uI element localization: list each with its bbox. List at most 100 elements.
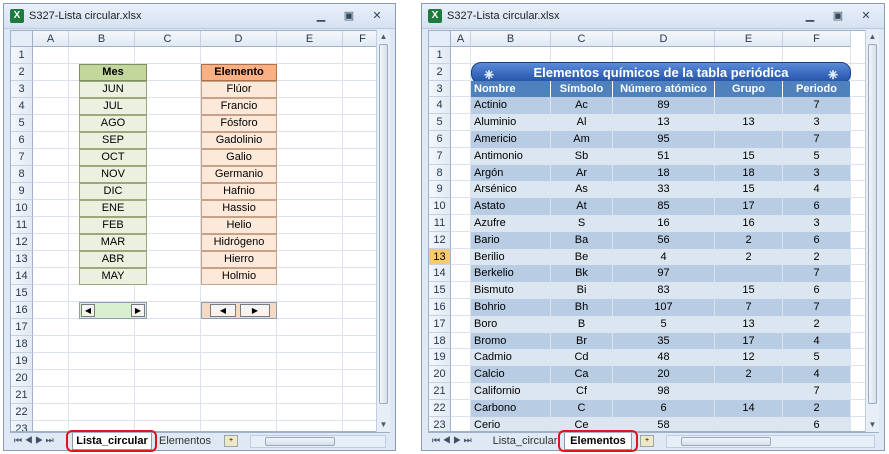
- minimize-icon[interactable]: ▁: [800, 8, 820, 24]
- table-cell[interactable]: Bi: [551, 282, 612, 299]
- table-cell[interactable]: 20: [613, 366, 714, 383]
- row-header[interactable]: 23: [11, 421, 33, 431]
- scroll-down-icon[interactable]: ▼: [377, 418, 390, 432]
- mes-cell[interactable]: JUL: [79, 98, 147, 115]
- row-header[interactable]: 2: [429, 63, 451, 81]
- select-all-corner[interactable]: [429, 31, 451, 47]
- row-header[interactable]: 7: [11, 149, 33, 166]
- elemento-cell[interactable]: Germanio: [201, 166, 277, 183]
- row-header[interactable]: 2: [11, 64, 33, 81]
- table-cell[interactable]: Aluminio: [471, 114, 550, 131]
- table-cell[interactable]: Am: [551, 131, 612, 148]
- table-cell[interactable]: 5: [783, 147, 850, 165]
- row-header[interactable]: 22: [11, 404, 33, 421]
- table-cell[interactable]: B: [551, 315, 612, 333]
- table-cell[interactable]: At: [551, 198, 612, 215]
- mes-cell[interactable]: ABR: [79, 251, 147, 268]
- table-cell[interactable]: 83: [613, 282, 714, 299]
- table-cell[interactable]: 7: [783, 265, 850, 283]
- table-cell[interactable]: Ar: [551, 164, 612, 182]
- table-cell[interactable]: 13: [613, 114, 714, 131]
- elemento-cell[interactable]: Flúor: [201, 81, 277, 98]
- table-cell[interactable]: Argón: [471, 164, 550, 182]
- table-cell[interactable]: [715, 265, 782, 283]
- table-cell[interactable]: Berkelio: [471, 265, 550, 283]
- row-header[interactable]: 5: [429, 114, 451, 131]
- row-header[interactable]: 14: [11, 268, 33, 285]
- elemento-cell[interactable]: Francio: [201, 98, 277, 115]
- row-header[interactable]: 14: [429, 265, 451, 283]
- table-cell[interactable]: Cd: [551, 349, 612, 367]
- elemento-cell[interactable]: Hassio: [201, 200, 277, 217]
- table-cell[interactable]: Bario: [471, 231, 550, 249]
- tab-elementos[interactable]: Elementos: [156, 433, 214, 450]
- row-header[interactable]: 10: [429, 198, 451, 215]
- table-cell[interactable]: Bromo: [471, 332, 550, 350]
- column-header[interactable]: A: [33, 31, 69, 47]
- row-header[interactable]: 1: [11, 47, 33, 64]
- row-header[interactable]: 21: [429, 383, 451, 400]
- mes-cell[interactable]: MAY: [79, 268, 147, 285]
- table-cell[interactable]: 17: [715, 332, 782, 350]
- table-cell[interactable]: Bohrio: [471, 299, 550, 316]
- hscroll-thumb[interactable]: [681, 437, 771, 446]
- row-header[interactable]: 5: [11, 115, 33, 132]
- row-header[interactable]: 11: [11, 217, 33, 234]
- table-cell[interactable]: 48: [613, 349, 714, 367]
- table-cell[interactable]: Arsénico: [471, 181, 550, 199]
- table-cell[interactable]: 17: [715, 198, 782, 215]
- row-header[interactable]: 3: [11, 81, 33, 98]
- row-header[interactable]: 19: [429, 349, 451, 367]
- maximize-icon[interactable]: ▣: [339, 8, 359, 24]
- row-header[interactable]: 19: [11, 353, 33, 370]
- table-cell[interactable]: 15: [715, 147, 782, 165]
- mes-cell[interactable]: AGO: [79, 115, 147, 132]
- elemento-cell[interactable]: Fósforo: [201, 115, 277, 132]
- table-cell[interactable]: 6: [783, 416, 850, 431]
- table-cell[interactable]: Calcio: [471, 366, 550, 383]
- table-cell[interactable]: 3: [783, 215, 850, 232]
- mes-cell[interactable]: SEP: [79, 132, 147, 149]
- table-cell[interactable]: 97: [613, 265, 714, 283]
- scroll-up-icon[interactable]: ▲: [377, 30, 390, 44]
- table-cell[interactable]: 6: [783, 282, 850, 299]
- elemento-spin-control[interactable]: ◀ ▶: [201, 302, 277, 319]
- table-cell[interactable]: [715, 97, 782, 115]
- column-header[interactable]: D: [613, 31, 715, 47]
- table-cell[interactable]: 15: [715, 181, 782, 199]
- table-cell[interactable]: Berilio: [471, 248, 550, 266]
- mes-cell[interactable]: FEB: [79, 217, 147, 234]
- table-cell[interactable]: Al: [551, 114, 612, 131]
- table-cell[interactable]: 12: [715, 349, 782, 367]
- row-header[interactable]: 17: [429, 315, 451, 333]
- row-header[interactable]: 6: [429, 131, 451, 148]
- table-cell[interactable]: Ba: [551, 231, 612, 249]
- table-cell[interactable]: Bh: [551, 299, 612, 316]
- table-cell[interactable]: 7: [783, 97, 850, 115]
- table-cell[interactable]: Bk: [551, 265, 612, 283]
- maximize-icon[interactable]: ▣: [828, 8, 848, 24]
- scroll-thumb[interactable]: [379, 44, 388, 404]
- table-cell[interactable]: 2: [715, 231, 782, 249]
- vertical-scrollbar[interactable]: ▲ ▼: [376, 30, 390, 432]
- elemento-cell[interactable]: Hierro: [201, 251, 277, 268]
- elemento-cell[interactable]: Helio: [201, 217, 277, 234]
- row-header[interactable]: 8: [429, 164, 451, 182]
- table-cell[interactable]: 4: [783, 332, 850, 350]
- table-cell[interactable]: 5: [783, 349, 850, 367]
- row-header[interactable]: 1: [429, 47, 451, 64]
- table-cell[interactable]: [715, 416, 782, 431]
- tab-nav-icons[interactable]: ⏮ ◀ ▶ ⏭: [432, 435, 472, 446]
- table-cell[interactable]: 6: [613, 399, 714, 417]
- table-cell[interactable]: 16: [715, 215, 782, 232]
- table-cell[interactable]: Actinio: [471, 97, 550, 115]
- row-header[interactable]: 18: [429, 332, 451, 350]
- table-cell[interactable]: 13: [715, 315, 782, 333]
- table-cell[interactable]: 33: [613, 181, 714, 199]
- row-header[interactable]: 9: [11, 183, 33, 200]
- row-header[interactable]: 3: [429, 80, 451, 98]
- table-cell[interactable]: Br: [551, 332, 612, 350]
- elemento-cell[interactable]: Holmio: [201, 268, 277, 285]
- row-header[interactable]: 18: [11, 336, 33, 353]
- column-header[interactable]: D: [201, 31, 277, 47]
